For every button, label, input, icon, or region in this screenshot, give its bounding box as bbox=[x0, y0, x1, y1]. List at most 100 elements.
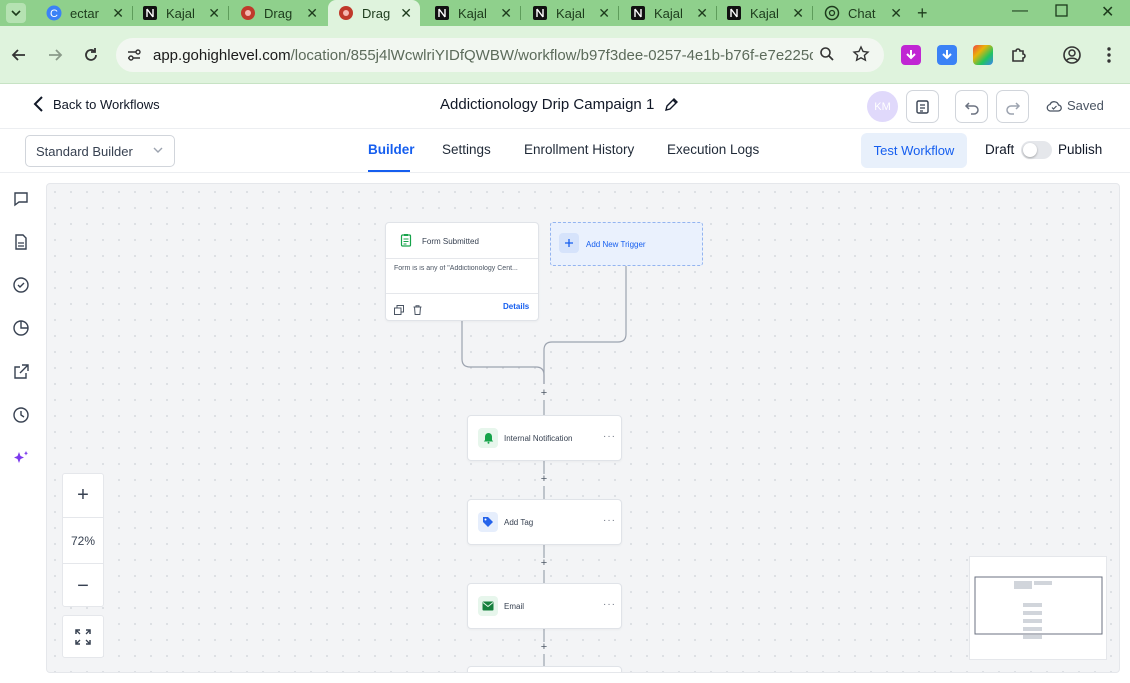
check-circle-icon[interactable] bbox=[10, 274, 32, 296]
more-options-icon[interactable]: ··· bbox=[603, 599, 616, 610]
trash-icon[interactable] bbox=[413, 302, 422, 320]
action-card[interactable]: Add Tag ··· bbox=[467, 499, 622, 545]
browser-tab[interactable]: Kajal ✕ bbox=[716, 0, 812, 26]
site-info-icon[interactable] bbox=[126, 47, 142, 68]
chevron-left-icon bbox=[33, 96, 43, 112]
extensions-puzzle-icon[interactable] bbox=[1009, 45, 1029, 65]
tab-builder[interactable]: Builder bbox=[368, 142, 415, 157]
back-button[interactable] bbox=[8, 44, 30, 66]
more-options-icon[interactable]: ··· bbox=[603, 515, 616, 526]
zoom-search-icon[interactable] bbox=[819, 46, 835, 67]
maximize-button[interactable] bbox=[1055, 4, 1068, 22]
back-label: Back to Workflows bbox=[53, 96, 160, 112]
close-tab-icon[interactable]: ✕ bbox=[792, 5, 804, 21]
workflow-notes-button[interactable] bbox=[906, 90, 939, 123]
add-step-button[interactable]: + bbox=[539, 641, 549, 653]
browser-tab[interactable]: Kajal ✕ bbox=[620, 0, 716, 26]
test-workflow-button[interactable]: Test Workflow bbox=[861, 133, 967, 168]
forward-button[interactable] bbox=[44, 44, 66, 66]
pie-chart-icon[interactable] bbox=[10, 317, 32, 339]
fit-to-screen-button[interactable] bbox=[62, 615, 104, 658]
workflow-title[interactable]: Addictionology Drip Campaign 1 bbox=[440, 96, 679, 113]
tab-enrollment-history[interactable]: Enrollment History bbox=[524, 142, 634, 157]
browser-tab-active[interactable]: Drag ✕ bbox=[328, 0, 420, 26]
browser-menu-icon[interactable] bbox=[1099, 45, 1119, 65]
notion-icon bbox=[630, 5, 646, 21]
undo-button[interactable] bbox=[955, 90, 988, 123]
tab-search-button[interactable] bbox=[6, 3, 26, 23]
new-tab-button[interactable]: + bbox=[917, 3, 928, 24]
tab-execution-logs[interactable]: Execution Logs bbox=[667, 142, 759, 157]
add-step-button[interactable]: + bbox=[539, 473, 549, 485]
close-tab-icon[interactable]: ✕ bbox=[112, 5, 124, 21]
external-link-icon[interactable] bbox=[10, 361, 32, 383]
extension-color-picker-icon[interactable] bbox=[973, 45, 993, 65]
browser-tab[interactable]: Kajal ✕ bbox=[424, 0, 520, 26]
add-step-button[interactable]: + bbox=[539, 387, 549, 399]
details-link[interactable]: Details bbox=[503, 302, 529, 311]
minimize-button[interactable]: — bbox=[1012, 2, 1028, 20]
workflow-canvas[interactable]: Form Submitted Form is is any of "Addict… bbox=[46, 183, 1120, 673]
minimap[interactable] bbox=[969, 556, 1107, 660]
redo-button[interactable] bbox=[996, 90, 1029, 123]
add-new-trigger-button[interactable]: Add New Trigger bbox=[550, 222, 703, 266]
action-label: Internal Notification bbox=[504, 434, 573, 443]
action-card[interactable] bbox=[467, 666, 622, 672]
add-step-button[interactable]: + bbox=[539, 557, 549, 569]
bookmark-star-icon[interactable] bbox=[852, 45, 870, 68]
browser-tab[interactable]: Chat ✕ bbox=[814, 0, 910, 26]
file-icon[interactable] bbox=[10, 231, 32, 253]
arrow-left-icon bbox=[11, 49, 25, 61]
tab-title: Drag bbox=[362, 5, 391, 21]
toggle-knob bbox=[1023, 143, 1037, 157]
action-card[interactable]: Internal Notification ··· bbox=[467, 415, 622, 461]
action-label: Add Tag bbox=[504, 518, 534, 527]
tab-settings[interactable]: Settings bbox=[442, 142, 491, 157]
back-to-workflows-link[interactable]: Back to Workflows bbox=[32, 96, 160, 112]
extension-downloader-icon[interactable] bbox=[937, 45, 957, 65]
close-tab-icon[interactable]: ✕ bbox=[890, 5, 902, 21]
form-icon bbox=[396, 230, 416, 250]
publish-toggle[interactable] bbox=[1021, 141, 1052, 159]
address-bar[interactable]: app.gohighlevel.com/location/855j4lWcwlr… bbox=[116, 38, 884, 72]
extension-download-icon[interactable] bbox=[901, 45, 921, 65]
comment-icon[interactable] bbox=[10, 188, 32, 210]
close-tab-icon[interactable]: ✕ bbox=[598, 5, 610, 21]
browser-tab[interactable]: Kajal ✕ bbox=[132, 0, 228, 26]
saved-label: Saved bbox=[1067, 98, 1104, 113]
close-tab-icon[interactable]: ✕ bbox=[208, 5, 220, 21]
browser-toolbar: app.gohighlevel.com/location/855j4lWcwlr… bbox=[0, 26, 1130, 84]
reload-button[interactable] bbox=[80, 44, 102, 66]
svg-text:C: C bbox=[50, 8, 58, 20]
close-tab-icon[interactable]: ✕ bbox=[306, 5, 318, 21]
ai-sparkle-icon[interactable] bbox=[10, 447, 32, 469]
close-window-button[interactable]: ✕ bbox=[1101, 2, 1114, 22]
browser-tab[interactable]: Kajal ✕ bbox=[522, 0, 618, 26]
pencil-edit-icon[interactable] bbox=[664, 97, 679, 112]
browser-tab[interactable]: C ectar ✕ bbox=[36, 0, 132, 26]
close-tab-icon[interactable]: ✕ bbox=[696, 5, 708, 21]
app-header: Back to Workflows Addictionology Drip Ca… bbox=[0, 84, 1130, 129]
tab-title: Chat bbox=[848, 5, 876, 21]
close-tab-icon[interactable]: ✕ bbox=[400, 5, 412, 21]
history-icon[interactable] bbox=[10, 404, 32, 426]
undo-icon bbox=[964, 101, 979, 115]
reload-icon bbox=[85, 48, 97, 61]
avatar[interactable]: KM bbox=[867, 91, 898, 122]
publish-label: Publish bbox=[1058, 142, 1103, 157]
tag-icon bbox=[478, 512, 498, 532]
profile-icon[interactable] bbox=[1062, 45, 1082, 65]
bell-icon bbox=[478, 428, 498, 448]
action-card[interactable]: Email ··· bbox=[467, 583, 622, 629]
action-label: Email bbox=[504, 602, 525, 611]
notion-icon bbox=[142, 5, 158, 21]
builder-mode-select[interactable]: Standard Builder bbox=[25, 135, 175, 167]
tab-title: Drag bbox=[264, 5, 293, 21]
close-tab-icon[interactable]: ✕ bbox=[500, 5, 512, 21]
copy-icon[interactable] bbox=[394, 302, 404, 320]
trigger-card[interactable]: Form Submitted Form is is any of "Addict… bbox=[385, 222, 539, 321]
zoom-in-button[interactable]: + bbox=[63, 474, 103, 518]
zoom-out-button[interactable]: − bbox=[63, 564, 103, 608]
more-options-icon[interactable]: ··· bbox=[603, 431, 616, 442]
browser-tab[interactable]: Drag ✕ bbox=[230, 0, 326, 26]
